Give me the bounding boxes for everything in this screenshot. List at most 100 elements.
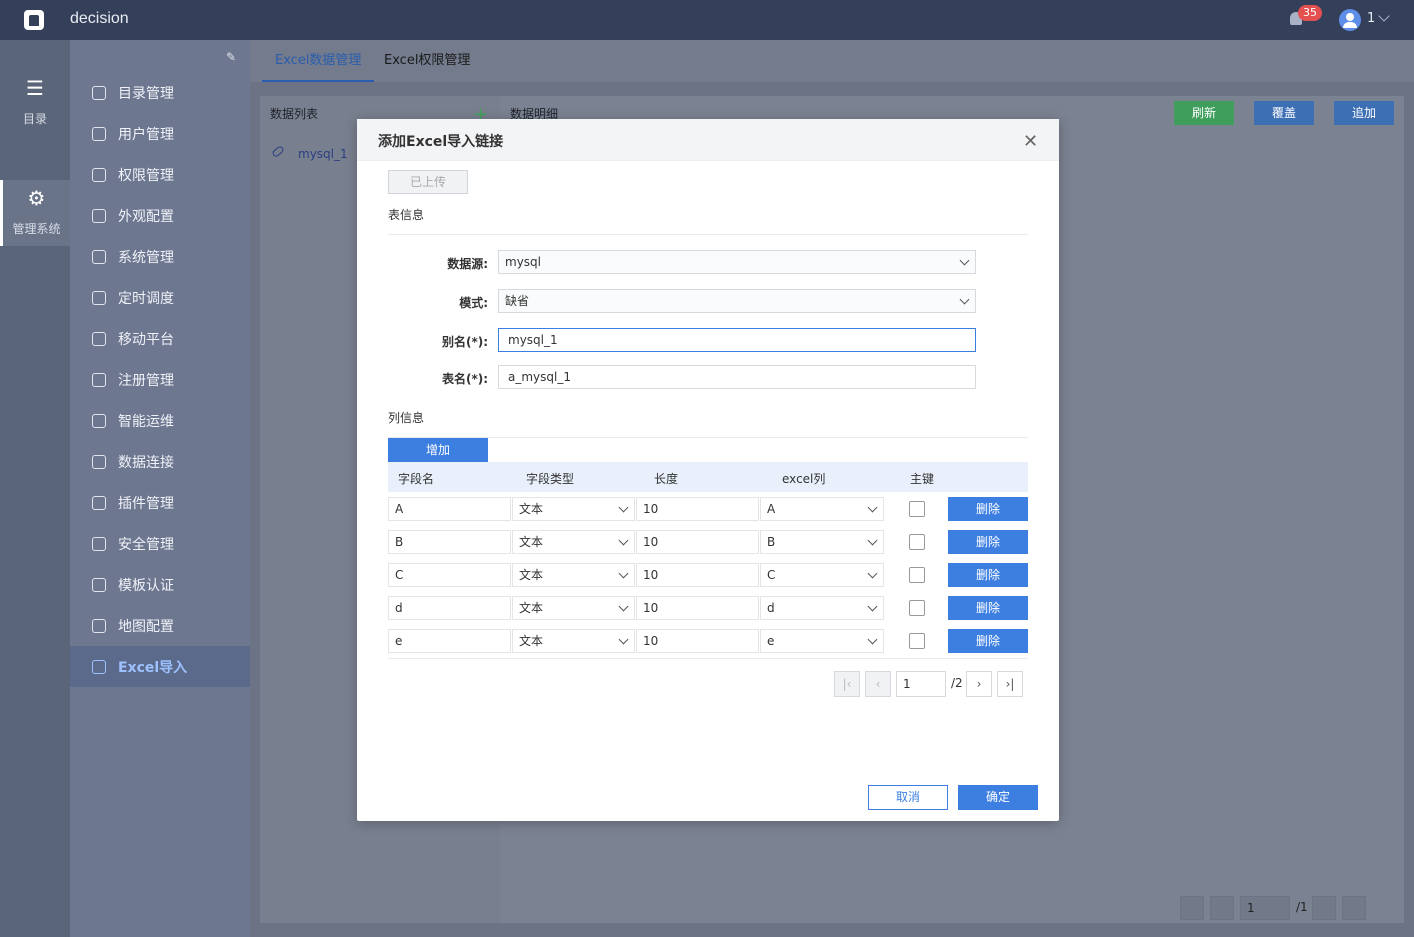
- user-name[interactable]: 1: [1367, 11, 1375, 26]
- menu-item[interactable]: 插件管理: [70, 482, 250, 523]
- delete-button[interactable]: 删除: [948, 563, 1028, 587]
- menu-item-icon: [92, 413, 106, 428]
- close-icon[interactable]: ✕: [1023, 131, 1038, 152]
- last-page-icon[interactable]: ›|: [997, 671, 1023, 697]
- overwrite-button[interactable]: 覆盖: [1254, 101, 1314, 125]
- tab-excel-permission[interactable]: Excel权限管理: [384, 40, 470, 82]
- append-button[interactable]: 追加: [1334, 101, 1394, 125]
- menu-item[interactable]: 定时调度: [70, 277, 250, 318]
- uploaded-button: 已上传: [388, 170, 468, 194]
- schema-select[interactable]: 缺省: [498, 289, 976, 313]
- menu-item[interactable]: 模板认证: [70, 564, 250, 605]
- primary-key-checkbox[interactable]: [909, 567, 925, 583]
- field-type-value: 文本: [519, 634, 544, 648]
- menu-item-label: 智能运维: [118, 413, 174, 430]
- first-page-button[interactable]: [1180, 896, 1204, 920]
- field-type-select[interactable]: 文本: [512, 530, 635, 554]
- length-input[interactable]: 10: [636, 629, 759, 653]
- delete-button[interactable]: 删除: [948, 596, 1028, 620]
- table-row: B 文本 10 B 删除: [388, 526, 1028, 559]
- menu-item-label: 移动平台: [118, 331, 174, 348]
- prev-page-icon[interactable]: ‹: [865, 671, 891, 697]
- length-input[interactable]: 10: [636, 530, 759, 554]
- menu-item-icon: [92, 372, 106, 387]
- primary-key-checkbox[interactable]: [909, 534, 925, 550]
- page-input[interactable]: 1: [896, 671, 946, 697]
- delete-button[interactable]: 删除: [948, 629, 1028, 653]
- primary-key-checkbox[interactable]: [909, 633, 925, 649]
- first-page-icon[interactable]: |‹: [834, 671, 860, 697]
- primary-key-checkbox[interactable]: [909, 600, 925, 616]
- menu-item[interactable]: 智能运维: [70, 400, 250, 441]
- menu-item[interactable]: 地图配置: [70, 605, 250, 646]
- chevron-down-icon[interactable]: [1378, 10, 1390, 22]
- menu-item[interactable]: 数据连接: [70, 441, 250, 482]
- menu-item[interactable]: 外观配置: [70, 195, 250, 236]
- field-type-value: 文本: [519, 502, 544, 516]
- tablename-input[interactable]: a_mysql_1: [498, 365, 976, 389]
- refresh-button[interactable]: 刷新: [1174, 101, 1234, 125]
- field-name-input[interactable]: d: [388, 596, 511, 620]
- confirm-button[interactable]: 确定: [958, 785, 1038, 810]
- excel-column-select[interactable]: C: [760, 563, 884, 587]
- pin-icon[interactable]: ✎: [226, 50, 236, 64]
- table-row: d 文本 10 d 删除: [388, 592, 1028, 625]
- delete-button[interactable]: 删除: [948, 497, 1028, 521]
- alias-label: 别名(*):: [441, 335, 488, 349]
- length-input[interactable]: 10: [636, 563, 759, 587]
- excel-column-select[interactable]: d: [760, 596, 884, 620]
- menu-item[interactable]: 权限管理: [70, 154, 250, 195]
- add-column-button[interactable]: 增加: [388, 438, 488, 462]
- menu-item[interactable]: 目录管理: [70, 72, 250, 113]
- divider: [388, 658, 1028, 659]
- list-item[interactable]: mysql_1: [298, 147, 348, 161]
- rail-item-manage-system[interactable]: ⚙ 管理系统: [0, 180, 70, 246]
- cancel-button[interactable]: 取消: [868, 785, 948, 810]
- field-type-select[interactable]: 文本: [512, 596, 635, 620]
- menu-item-icon: [92, 495, 106, 510]
- excel-column-select[interactable]: A: [760, 497, 884, 521]
- field-type-select[interactable]: 文本: [512, 629, 635, 653]
- excel-column-value: d: [767, 601, 775, 615]
- menu-item-icon: [92, 331, 106, 346]
- field-name-input[interactable]: A: [388, 497, 511, 521]
- datasource-value: mysql: [505, 255, 541, 269]
- delete-button[interactable]: 删除: [948, 530, 1028, 554]
- menu-item[interactable]: 系统管理: [70, 236, 250, 277]
- tab-excel-data[interactable]: Excel数据管理: [262, 40, 375, 82]
- menu-item-label: 模板认证: [118, 577, 174, 594]
- datasource-select[interactable]: mysql: [498, 250, 976, 274]
- menu-item[interactable]: 注册管理: [70, 359, 250, 400]
- prev-page-button[interactable]: [1210, 896, 1234, 920]
- menu-item[interactable]: 用户管理: [70, 113, 250, 154]
- menu-item[interactable]: 安全管理: [70, 523, 250, 564]
- nav-rail: ☰ 目录 ⚙ 管理系统: [0, 40, 70, 937]
- field-name-input[interactable]: C: [388, 563, 511, 587]
- excel-column-value: B: [767, 535, 776, 549]
- header-field-type: 字段类型: [526, 472, 575, 486]
- field-type-select[interactable]: 文本: [512, 497, 635, 521]
- rail-item-directory[interactable]: ☰ 目录: [0, 76, 70, 127]
- field-name-input[interactable]: B: [388, 530, 511, 554]
- excel-column-select[interactable]: B: [760, 530, 884, 554]
- next-page-icon[interactable]: ›: [966, 671, 992, 697]
- chevron-down-icon: [618, 601, 629, 612]
- length-input[interactable]: 10: [636, 596, 759, 620]
- menu-item-excel-import[interactable]: Excel导入: [70, 646, 250, 687]
- length-input[interactable]: 10: [636, 497, 759, 521]
- next-page-button[interactable]: [1312, 896, 1336, 920]
- excel-column-value: A: [767, 502, 776, 516]
- field-type-select[interactable]: 文本: [512, 563, 635, 587]
- menu-item-icon: [92, 208, 106, 223]
- last-page-button[interactable]: [1342, 896, 1366, 920]
- page-input[interactable]: 1: [1240, 896, 1290, 920]
- field-name-input[interactable]: e: [388, 629, 511, 653]
- menu-item[interactable]: 移动平台: [70, 318, 250, 359]
- excel-column-select[interactable]: e: [760, 629, 884, 653]
- menu-item-label: 地图配置: [118, 618, 174, 635]
- primary-key-checkbox[interactable]: [909, 501, 925, 517]
- page-total: /2: [951, 676, 963, 690]
- alias-input[interactable]: mysql_1: [498, 328, 976, 352]
- avatar[interactable]: [1339, 9, 1361, 31]
- menu-item-icon: [92, 454, 106, 469]
